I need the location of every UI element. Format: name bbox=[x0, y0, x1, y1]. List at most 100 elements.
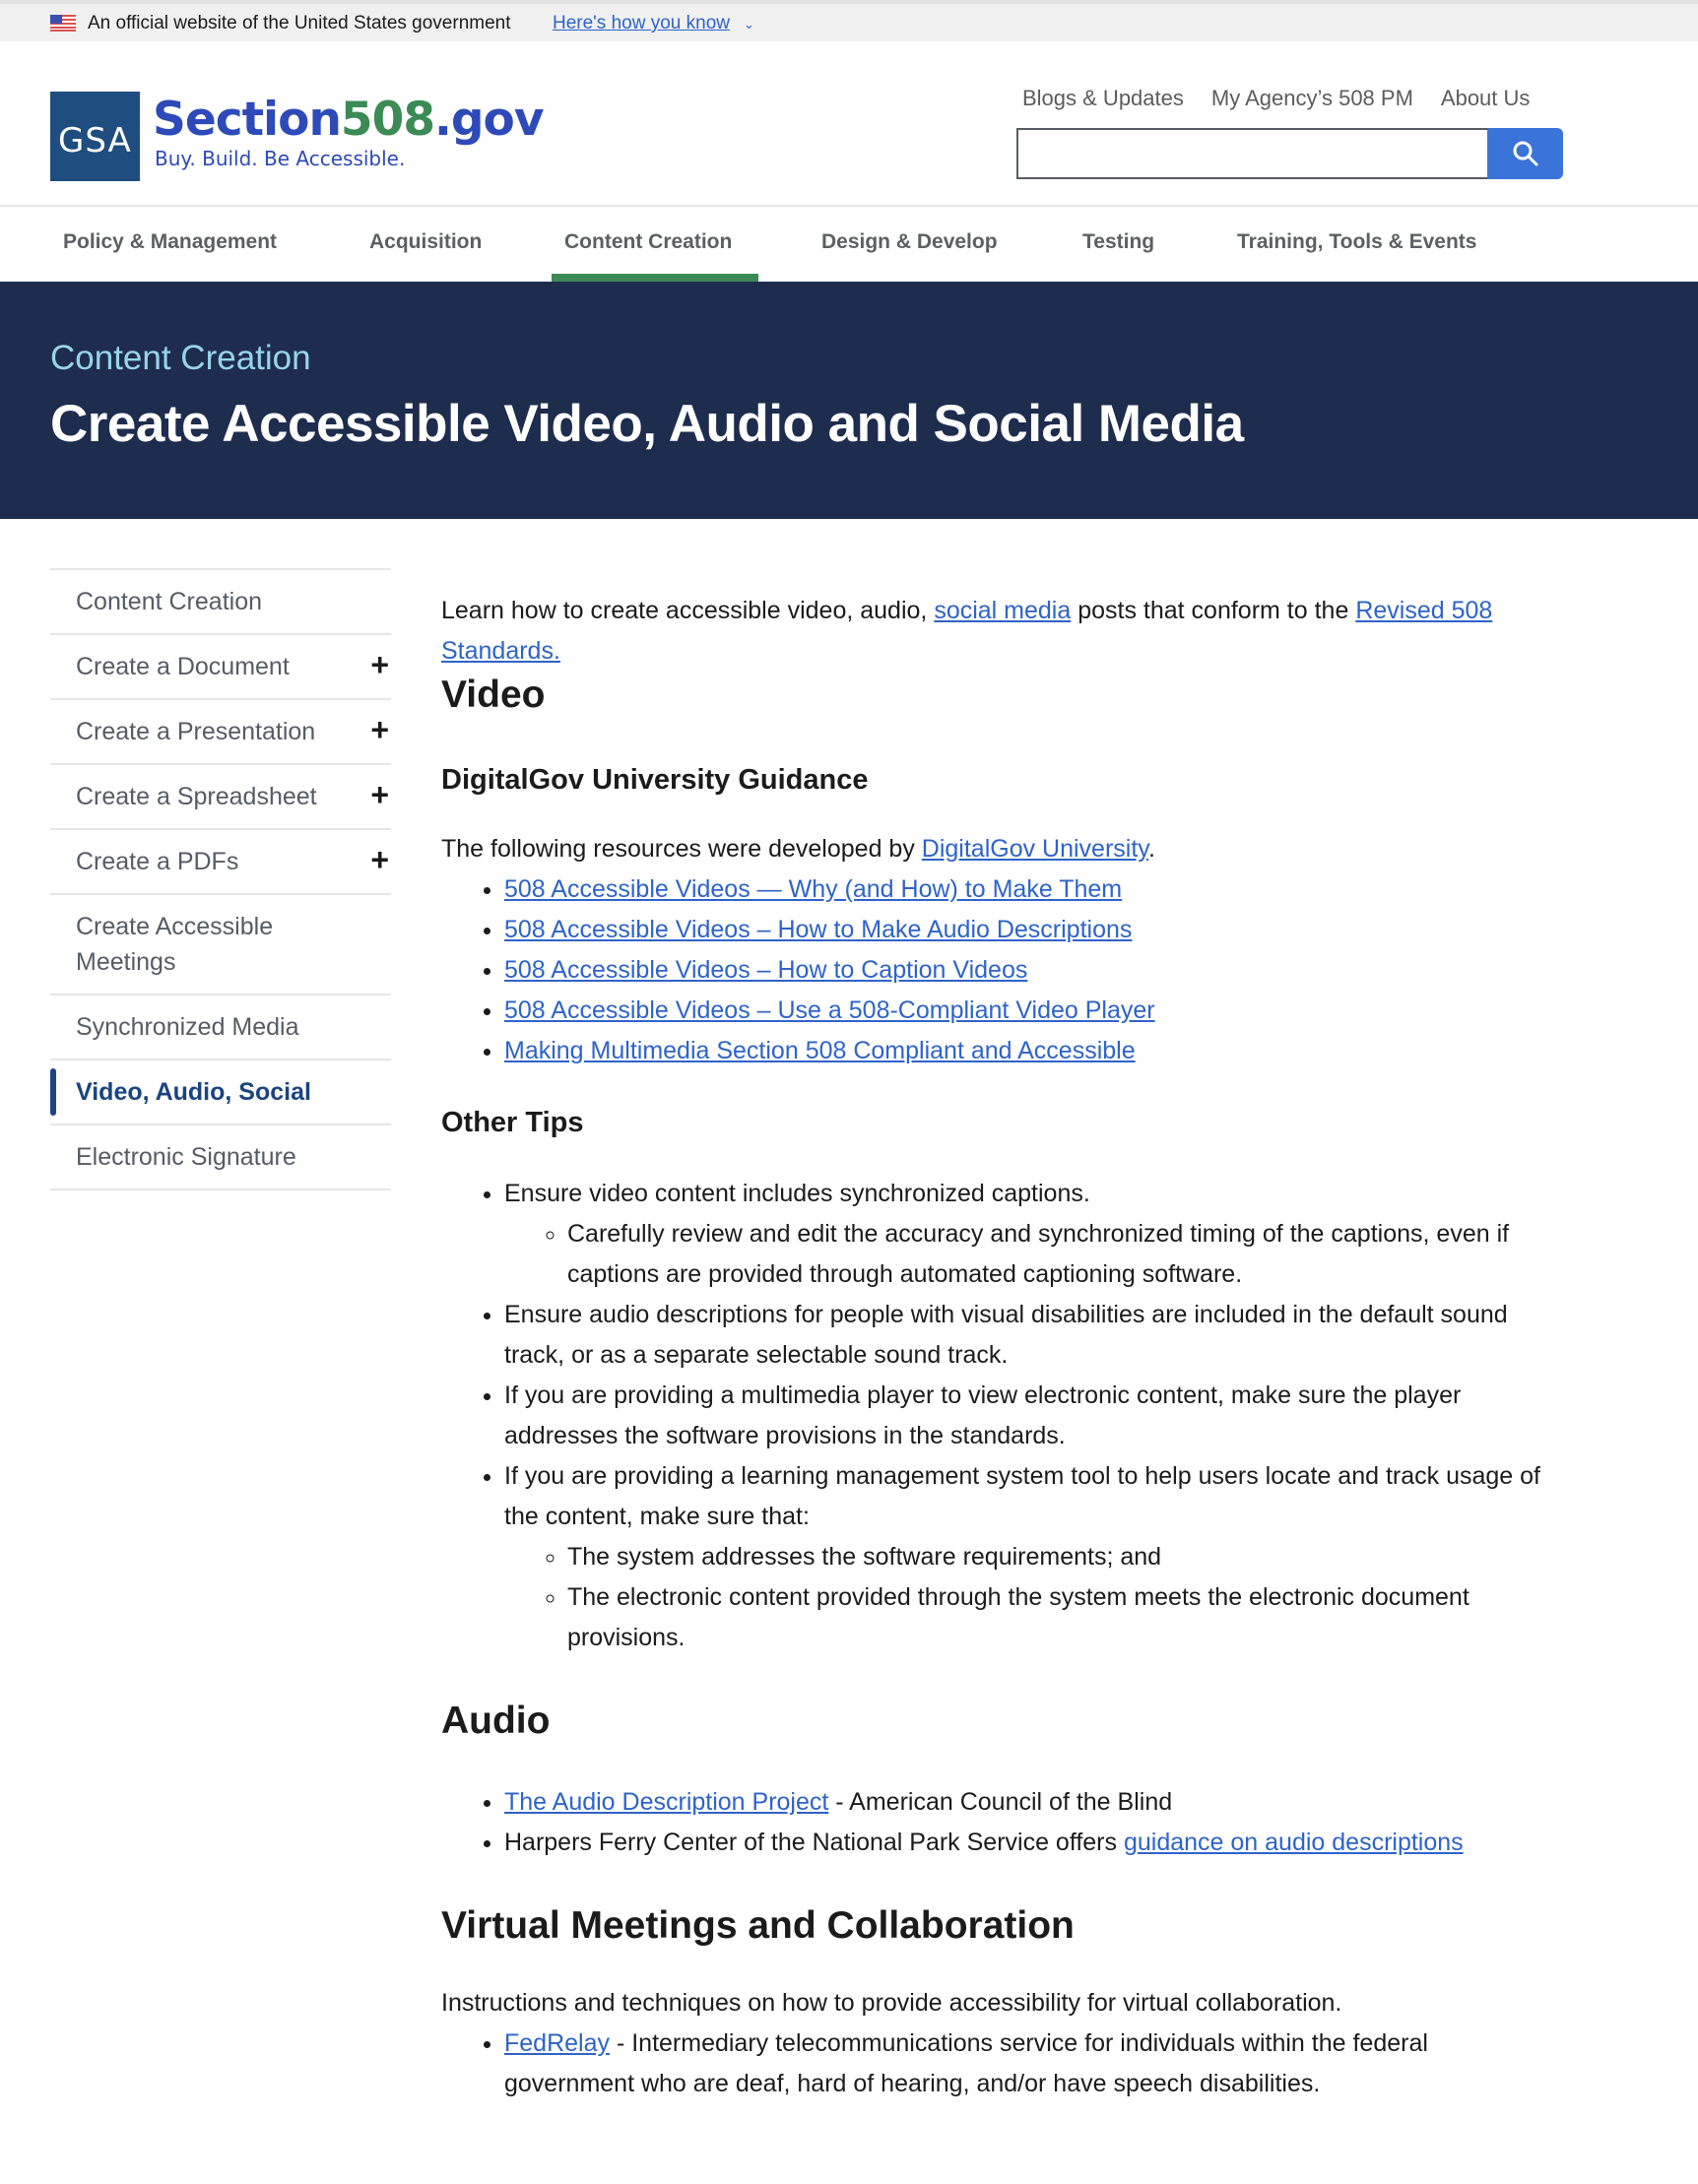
sidenav-item-create-presentation[interactable]: Create a Presentation + bbox=[50, 700, 391, 765]
list-item: Making Multimedia Section 508 Compliant … bbox=[504, 1031, 1564, 1071]
sidenav-item-video-audio-social[interactable]: Video, Audio, Social bbox=[50, 1060, 391, 1125]
utility-link-blogs[interactable]: Blogs & Updates bbox=[1022, 86, 1184, 110]
page-hero: Content Creation Create Accessible Video… bbox=[0, 282, 1698, 519]
side-nav: Content Creation Create a Document + Cre… bbox=[50, 568, 391, 1190]
utility-link-agency-508-pm[interactable]: My Agency’s 508 PM bbox=[1211, 86, 1413, 110]
sidenav-item-create-pdfs[interactable]: Create a PDFs + bbox=[50, 830, 391, 895]
social-media-link[interactable]: social media bbox=[934, 597, 1071, 624]
utility-link-about-us[interactable]: About Us bbox=[1441, 86, 1531, 110]
list-item: 508 Accessible Videos – Use a 508-Compli… bbox=[504, 991, 1564, 1031]
digitalgov-resource-list: 508 Accessible Videos — Why (and How) to… bbox=[441, 869, 1564, 1071]
tip-text: The electronic content provided through … bbox=[567, 1583, 1469, 1651]
plus-icon[interactable]: + bbox=[370, 647, 389, 682]
nav-testing[interactable]: Testing bbox=[1082, 230, 1154, 254]
gsa-logo[interactable]: GSA bbox=[50, 92, 140, 181]
sidenav-item-content-creation[interactable]: Content Creation bbox=[50, 570, 391, 635]
sidenav-item-synchronized-media[interactable]: Synchronized Media bbox=[50, 996, 391, 1060]
audio-descriptions-guidance-link[interactable]: guidance on audio descriptions bbox=[1124, 1829, 1464, 1856]
resource-link-audio-descriptions[interactable]: 508 Accessible Videos – How to Make Audi… bbox=[504, 916, 1132, 943]
nav-design-develop[interactable]: Design & Develop bbox=[821, 230, 998, 254]
digitalgov-heading: DigitalGov University Guidance bbox=[441, 764, 869, 796]
audio-item-text: Harpers Ferry Center of the National Par… bbox=[504, 1829, 1124, 1856]
search-input[interactable] bbox=[1016, 128, 1489, 179]
tip-text: If you are providing a learning manageme… bbox=[504, 1462, 1540, 1530]
resource-link-video-player[interactable]: 508 Accessible Videos – Use a 508-Compli… bbox=[504, 996, 1155, 1024]
sub-list: Carefully review and edit the accuracy a… bbox=[504, 1214, 1564, 1295]
nav-active-indicator bbox=[552, 274, 758, 282]
sidenav-item-label: Video, Audio, Social bbox=[76, 1078, 311, 1106]
list-item: The electronic content provided through … bbox=[567, 1577, 1564, 1658]
list-item: If you are providing a learning manageme… bbox=[504, 1456, 1564, 1658]
gsa-logo-text: GSA bbox=[58, 121, 132, 161]
digitalgov-text-end: . bbox=[1147, 835, 1155, 863]
list-item: 508 Accessible Videos – How to Make Audi… bbox=[504, 910, 1564, 950]
audio-description-project-link[interactable]: The Audio Description Project bbox=[504, 1788, 828, 1816]
search-icon bbox=[1513, 141, 1538, 166]
gov-banner: An official website of the United States… bbox=[0, 0, 1698, 41]
site-tagline: Buy. Build. Be Accessible. bbox=[155, 147, 406, 170]
tip-text: Ensure video content includes synchroniz… bbox=[504, 1180, 1090, 1207]
resource-link-why-how[interactable]: 508 Accessible Videos — Why (and How) to… bbox=[504, 875, 1122, 903]
nav-training-tools-events[interactable]: Training, Tools & Events bbox=[1237, 230, 1476, 254]
site-name[interactable]: Section508.gov bbox=[153, 93, 544, 147]
resource-link-making-multimedia[interactable]: Making Multimedia Section 508 Compliant … bbox=[504, 1037, 1136, 1064]
sidenav-item-label: Create a Document bbox=[76, 653, 290, 680]
other-tips-list: Ensure video content includes synchroniz… bbox=[441, 1174, 1564, 1658]
nav-content-creation[interactable]: Content Creation bbox=[564, 230, 732, 254]
list-item: 508 Accessible Videos – How to Caption V… bbox=[504, 950, 1564, 991]
list-item: Ensure audio descriptions for people wit… bbox=[504, 1295, 1564, 1376]
sidenav-item-label: Create Accessible Meetings bbox=[76, 913, 274, 976]
sidenav-item-label: Electronic Signature bbox=[76, 1143, 296, 1171]
sidenav-item-create-document[interactable]: Create a Document + bbox=[50, 635, 391, 700]
tip-text: Carefully review and edit the accuracy a… bbox=[567, 1220, 1510, 1288]
list-item: Harpers Ferry Center of the National Par… bbox=[504, 1823, 1564, 1863]
tip-text: Ensure audio descriptions for people wit… bbox=[504, 1301, 1508, 1369]
nav-policy-management[interactable]: Policy & Management bbox=[63, 230, 277, 254]
list-item: If you are providing a multimedia player… bbox=[504, 1376, 1564, 1456]
sidenav-item-label: Content Creation bbox=[76, 588, 263, 615]
site-name-number: 508 bbox=[340, 93, 435, 147]
intro-text: Learn how to create accessible video, au… bbox=[441, 597, 935, 624]
list-item: Carefully review and edit the accuracy a… bbox=[567, 1214, 1564, 1295]
list-item: 508 Accessible Videos — Why (and How) to… bbox=[504, 869, 1564, 910]
sidenav-item-label: Create a Presentation bbox=[76, 718, 316, 745]
official-website-text: An official website of the United States… bbox=[88, 13, 511, 33]
intro-paragraph: Learn how to create accessible video, au… bbox=[441, 591, 1564, 672]
video-heading: Video bbox=[441, 674, 546, 716]
other-tips-heading: Other Tips bbox=[441, 1107, 584, 1138]
list-item: FedRelay - Intermediary telecommunicatio… bbox=[504, 2023, 1564, 2104]
sidenav-item-create-spreadsheet[interactable]: Create a Spreadsheet + bbox=[50, 765, 391, 830]
audio-list: The Audio Description Project - American… bbox=[441, 1782, 1564, 1863]
tip-text: The system addresses the software requir… bbox=[567, 1543, 1162, 1571]
plus-icon[interactable]: + bbox=[370, 842, 389, 877]
plus-icon[interactable]: + bbox=[370, 777, 389, 812]
virtual-meetings-intro: Instructions and techniques on how to pr… bbox=[441, 1989, 1342, 2017]
nav-acquisition[interactable]: Acquisition bbox=[369, 230, 482, 254]
list-item: Ensure video content includes synchroniz… bbox=[504, 1174, 1564, 1295]
virtual-meetings-list: FedRelay - Intermediary telecommunicatio… bbox=[441, 2023, 1564, 2104]
sidenav-item-label: Create a PDFs bbox=[76, 848, 239, 875]
list-item: The system addresses the software requir… bbox=[567, 1537, 1564, 1577]
main-content: Learn how to create accessible video, au… bbox=[441, 591, 1564, 2104]
digitalgov-text: The following resources were developed b… bbox=[441, 835, 922, 863]
site-name-suffix: .gov bbox=[434, 93, 544, 147]
sidenav-item-electronic-signature[interactable]: Electronic Signature bbox=[50, 1125, 391, 1190]
us-flag-icon bbox=[50, 15, 76, 32]
heres-how-you-know-link[interactable]: Here's how you know bbox=[553, 13, 730, 34]
digitalgov-university-link[interactable]: DigitalGov University bbox=[922, 835, 1148, 863]
audio-item-text: - American Council of the Blind bbox=[828, 1788, 1173, 1816]
page-title: Create Accessible Video, Audio and Socia… bbox=[50, 395, 1244, 453]
fedrelay-text: - Intermediary telecommunications servic… bbox=[504, 2029, 1428, 2097]
site-name-prefix: Section bbox=[153, 93, 342, 147]
sidenav-item-label: Synchronized Media bbox=[76, 1013, 299, 1041]
sub-list: The system addresses the software requir… bbox=[504, 1537, 1564, 1658]
main-nav: Policy & Management Acquisition Content … bbox=[0, 207, 1698, 282]
chevron-down-icon[interactable]: ⌄ bbox=[744, 17, 754, 32]
sidenav-item-accessible-meetings[interactable]: Create Accessible Meetings bbox=[50, 895, 391, 996]
intro-text: posts that conform to the bbox=[1071, 597, 1356, 624]
search-button[interactable] bbox=[1487, 128, 1563, 179]
plus-icon[interactable]: + bbox=[370, 712, 389, 747]
utility-nav: Blogs & Updates My Agency’s 508 PM About U… bbox=[1022, 86, 1557, 111]
fedrelay-link[interactable]: FedRelay bbox=[504, 2029, 610, 2057]
resource-link-caption-videos[interactable]: 508 Accessible Videos – How to Caption V… bbox=[504, 956, 1027, 984]
